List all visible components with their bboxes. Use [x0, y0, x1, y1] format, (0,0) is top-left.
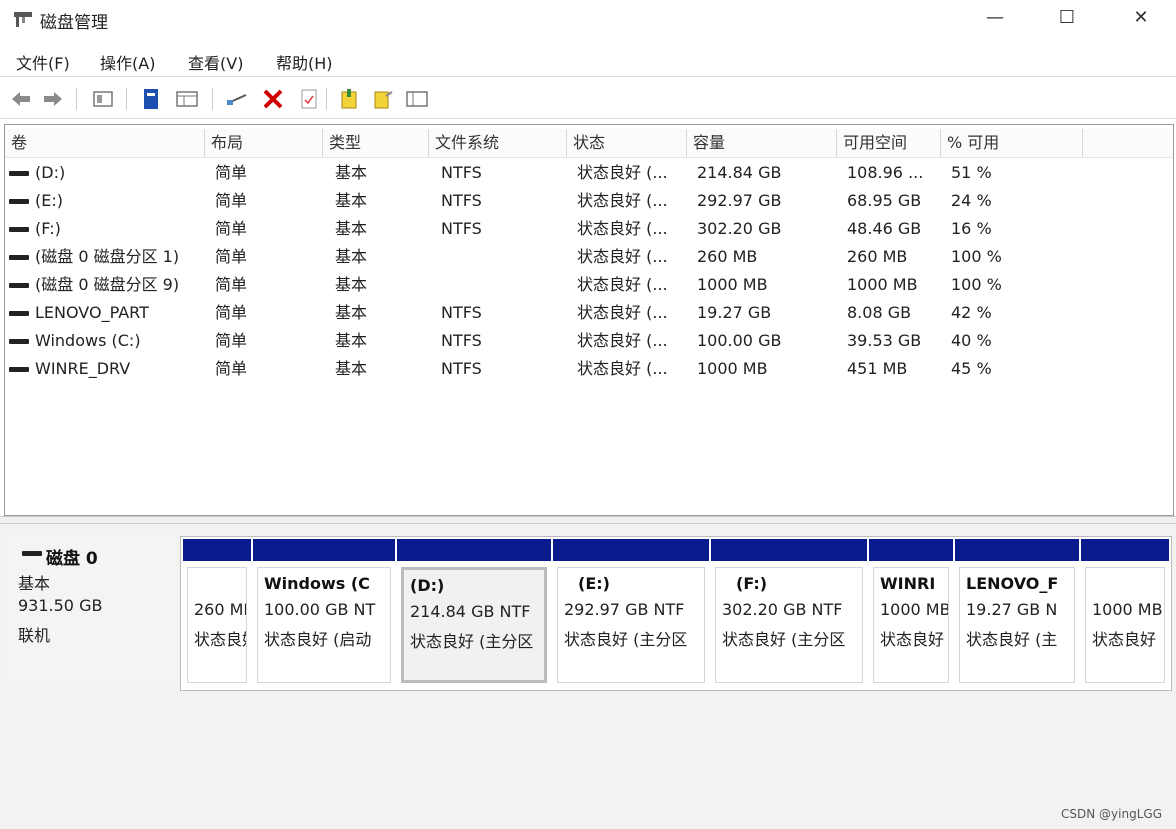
- new-volume-icon[interactable]: [336, 86, 362, 112]
- col-status[interactable]: 状态: [567, 129, 687, 157]
- disk-management-icon: [12, 9, 34, 29]
- volume-icon: [9, 283, 29, 288]
- col-type[interactable]: 类型: [323, 129, 429, 157]
- partition-bar: [955, 539, 1079, 561]
- menu-file[interactable]: 文件(F): [16, 50, 70, 74]
- table-row[interactable]: (D:) 简单 基本 NTFS 状态良好 (... 214.84 GB 108.…: [5, 159, 1173, 187]
- table-row[interactable]: (磁盘 0 磁盘分区 9) 简单 基本 状态良好 (... 1000 MB 10…: [5, 271, 1173, 299]
- partition-bar: [253, 539, 395, 561]
- col-layout[interactable]: 布局: [205, 129, 323, 157]
- disk-name: 磁盘 0: [46, 549, 98, 569]
- layout-icon[interactable]: [404, 86, 430, 112]
- partition-block[interactable]: WINRI 1000 MB 状态良好: [869, 539, 953, 687]
- back-arrow-icon[interactable]: [8, 86, 34, 112]
- table-row[interactable]: WINRE_DRV 简单 基本 NTFS 状态良好 (... 1000 MB 4…: [5, 355, 1173, 383]
- partition-block[interactable]: Windows (C 100.00 GB NT 状态良好 (启动: [253, 539, 395, 687]
- minimize-button[interactable]: —: [972, 4, 1018, 32]
- disk-icon: [22, 551, 42, 556]
- disk-status: 联机: [18, 626, 51, 645]
- connect-icon[interactable]: [224, 86, 250, 112]
- view-icon[interactable]: [174, 86, 200, 112]
- partition-bar: [183, 539, 251, 561]
- col-volume[interactable]: 卷: [5, 129, 205, 157]
- table-row[interactable]: Windows (C:) 简单 基本 NTFS 状态良好 (... 100.00…: [5, 327, 1173, 355]
- watermark: CSDN @yingLGG: [1061, 807, 1162, 821]
- extend-icon[interactable]: [370, 86, 396, 112]
- disk-info-panel[interactable]: 磁盘 0 基本 931.50 GB 联机: [8, 536, 178, 686]
- partition-block[interactable]: (E:) 292.97 GB NTF 状态良好 (主分区: [553, 539, 709, 687]
- volume-icon: [9, 199, 29, 204]
- close-button[interactable]: ✕: [1118, 4, 1164, 32]
- table-row[interactable]: LENOVO_PART 简单 基本 NTFS 状态良好 (... 19.27 G…: [5, 299, 1173, 327]
- delete-icon[interactable]: [260, 86, 286, 112]
- window-title: 磁盘管理: [40, 13, 108, 33]
- column-headers: 卷 布局 类型 文件系统 状态 容量 可用空间 % 可用: [5, 129, 1173, 158]
- volume-icon: [9, 367, 29, 372]
- partition-row: 260 MB 状态良好 Windows (C 100.00 GB NT 状态良好…: [180, 536, 1172, 691]
- disk-type: 基本: [18, 574, 51, 593]
- toolbar: [0, 80, 1176, 119]
- partition-bar: [711, 539, 867, 561]
- table-row[interactable]: (E:) 简单 基本 NTFS 状态良好 (... 292.97 GB 68.9…: [5, 187, 1173, 215]
- volume-icon: [9, 255, 29, 260]
- col-capacity[interactable]: 容量: [687, 129, 837, 157]
- partition-block[interactable]: 1000 MB 状态良好: [1081, 539, 1169, 687]
- pane-splitter[interactable]: [0, 516, 1176, 524]
- menu-help[interactable]: 帮助(H): [276, 50, 333, 74]
- volume-icon: [9, 171, 29, 176]
- partition-bar: [1081, 539, 1169, 561]
- partition-block[interactable]: (F:) 302.20 GB NTF 状态良好 (主分区: [711, 539, 867, 687]
- col-filesystem[interactable]: 文件系统: [429, 129, 567, 157]
- partition-bar: [869, 539, 953, 561]
- table-row[interactable]: (F:) 简单 基本 NTFS 状态良好 (... 302.20 GB 48.4…: [5, 215, 1173, 243]
- menu-bar: 文件(F) 操作(A) 查看(V) 帮助(H): [0, 44, 1176, 77]
- title-bar: 磁盘管理 — ☐ ✕: [0, 0, 1176, 38]
- forward-arrow-icon[interactable]: [40, 86, 66, 112]
- help-book-icon[interactable]: [138, 86, 164, 112]
- properties-icon[interactable]: [90, 86, 116, 112]
- volume-icon: [9, 227, 29, 232]
- col-free-space[interactable]: 可用空间: [837, 129, 941, 157]
- disk-graphical-view: 磁盘 0 基本 931.50 GB 联机 260 MB 状态良好 Windows…: [0, 524, 1176, 829]
- disk-size: 931.50 GB: [18, 596, 103, 615]
- partition-bar: [397, 539, 551, 561]
- partition-block[interactable]: LENOVO_F 19.27 GB N 状态良好 (主: [955, 539, 1079, 687]
- volume-icon: [9, 339, 29, 344]
- col-percent-free[interactable]: % 可用: [941, 129, 1083, 157]
- volume-icon: [9, 311, 29, 316]
- menu-view[interactable]: 查看(V): [188, 50, 243, 74]
- table-row[interactable]: (磁盘 0 磁盘分区 1) 简单 基本 状态良好 (... 260 MB 260…: [5, 243, 1173, 271]
- volume-list-panel: 卷 布局 类型 文件系统 状态 容量 可用空间 % 可用 (D:) 简单 基本 …: [4, 124, 1174, 516]
- maximize-button[interactable]: ☐: [1044, 4, 1090, 32]
- menu-action[interactable]: 操作(A): [100, 50, 155, 74]
- partition-bar: [553, 539, 709, 561]
- partition-block[interactable]: 260 MB 状态良好: [183, 539, 251, 687]
- refresh-icon[interactable]: [296, 86, 322, 112]
- partition-block-selected[interactable]: (D:) 214.84 GB NTF 状态良好 (主分区: [397, 539, 551, 687]
